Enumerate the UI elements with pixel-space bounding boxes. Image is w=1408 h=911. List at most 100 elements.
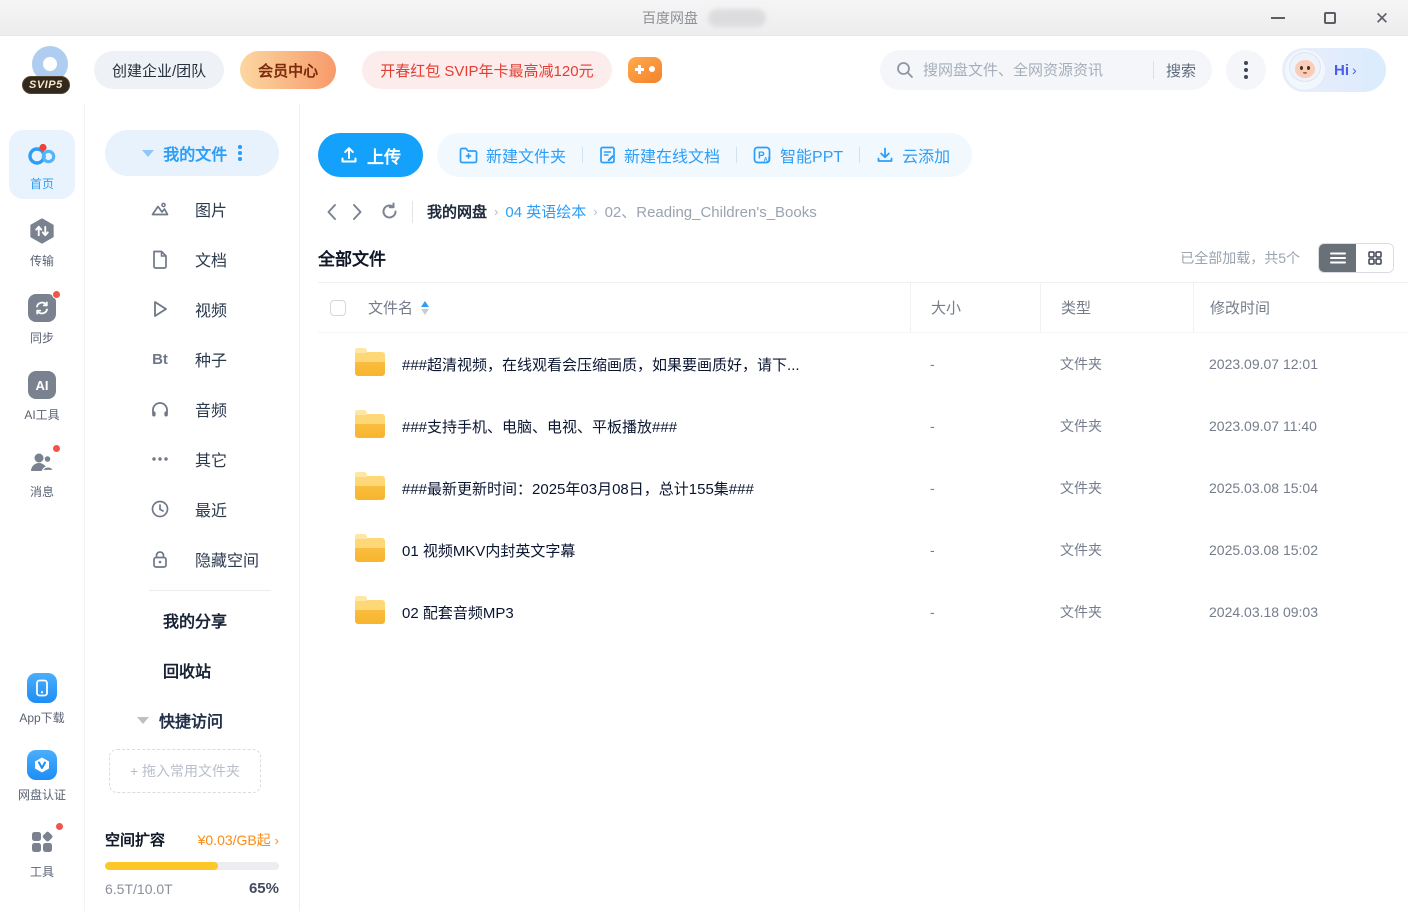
- rail-item-tools[interactable]: 工具: [9, 818, 75, 887]
- table-row[interactable]: ###最新更新时间：2025年03月08日，总计155集### - 文件夹 20…: [318, 457, 1408, 519]
- sidebar-item-recent[interactable]: 最近: [85, 484, 299, 534]
- folder-icon: [355, 600, 385, 624]
- table-row[interactable]: ###超清视频，在线观看会压缩画质，如果要画质好，请下... - 文件夹 202…: [318, 333, 1408, 395]
- notification-dot: [55, 822, 64, 831]
- table-row[interactable]: 01 视频MKV内封英文字幕 - 文件夹 2025.03.08 15:02: [318, 519, 1408, 581]
- app-header: SVIP5 创建企业/团队 会员中心 开春红包 SVIP年卡最高减120元 搜索: [0, 36, 1408, 104]
- breadcrumb-root[interactable]: 我的网盘: [427, 201, 487, 222]
- profile-button[interactable]: Hi ›: [1282, 48, 1386, 92]
- close-button[interactable]: ✕: [1356, 0, 1408, 36]
- chevron-left-icon: [326, 203, 337, 221]
- folder-icon: [355, 538, 385, 562]
- recent-icon: [149, 498, 171, 520]
- svip-badge: SVIP5: [22, 76, 70, 94]
- rail-item-verify[interactable]: 网盘认证: [9, 741, 75, 810]
- storage-usage: 6.5T/10.0T: [105, 881, 173, 897]
- close-icon: ✕: [1375, 10, 1389, 27]
- sidebar-item-recycle-bin[interactable]: 回收站: [85, 645, 299, 695]
- refresh-icon: [380, 202, 399, 221]
- vip-center-button[interactable]: 会员中心: [240, 51, 336, 89]
- view-toggle: [1318, 243, 1394, 273]
- rail-item-sync[interactable]: 同步: [9, 284, 75, 353]
- search-icon: [896, 61, 914, 79]
- rail-item-ai-tools[interactable]: AI AI工具: [9, 361, 75, 430]
- transfer-icon: [26, 215, 58, 247]
- baidu-netdisk-window: 百度网盘 ✕ SVIP5 创建企业/团队 会员中心 开春红包 SVIP年卡最高减…: [0, 0, 1408, 911]
- storage-progress: [105, 862, 279, 870]
- svg-text:AI: AI: [764, 158, 770, 164]
- sort-asc-icon: [421, 301, 429, 307]
- cloud-add-icon: [876, 146, 894, 164]
- rail-item-app-download[interactable]: App下载: [9, 664, 75, 733]
- window-title: 百度网盘: [642, 8, 698, 28]
- sidebar-divider: [149, 590, 271, 591]
- back-button[interactable]: [318, 199, 344, 225]
- sidebar-item-my-shares[interactable]: 我的分享: [85, 595, 299, 645]
- maximize-button[interactable]: [1304, 0, 1356, 36]
- more-menu-button[interactable]: [1226, 50, 1266, 90]
- table-row[interactable]: 02 配套音频MP3 - 文件夹 2024.03.18 09:03: [318, 581, 1408, 643]
- forward-button[interactable]: [344, 199, 370, 225]
- window-controls: ✕: [1252, 0, 1408, 36]
- sidebar-item-images[interactable]: 图片: [85, 184, 299, 234]
- new-folder-button[interactable]: 新建文件夹: [459, 143, 566, 167]
- new-online-doc-button[interactable]: 新建在线文档: [599, 143, 720, 167]
- sidebar-item-hidden-space[interactable]: 隐藏空间: [85, 534, 299, 584]
- load-status: 已全部加载，共5个: [1180, 248, 1300, 268]
- chevron-right-icon: ›: [1352, 62, 1357, 78]
- cloud-add-button[interactable]: 云添加: [876, 143, 950, 167]
- search-bar[interactable]: 搜索: [880, 50, 1212, 90]
- sidebar-item-torrents[interactable]: Bt 种子: [85, 334, 299, 384]
- all-files-title: 全部文件: [318, 245, 386, 270]
- sidebar-item-other[interactable]: 其它: [85, 434, 299, 484]
- sort-toggle[interactable]: [421, 301, 429, 315]
- chevron-right-icon: ›: [275, 833, 279, 848]
- titlebar[interactable]: 百度网盘 ✕: [0, 0, 1408, 36]
- ellipsis-icon: [149, 448, 171, 470]
- game-center-icon[interactable]: [628, 57, 662, 83]
- storage-percent: 65%: [249, 880, 279, 897]
- grid-view-button[interactable]: [1356, 244, 1393, 272]
- collapse-triangle-icon: [142, 150, 154, 157]
- svip-logo[interactable]: SVIP5: [22, 44, 76, 96]
- list-view-button[interactable]: [1319, 244, 1356, 272]
- toolbar-actions: 新建文件夹 新建在线文档: [437, 133, 972, 177]
- promo-banner[interactable]: 开春红包 SVIP年卡最高减120元: [362, 51, 611, 89]
- column-name-label: 文件名: [368, 297, 413, 318]
- storage-upgrade-link[interactable]: ¥0.03/GB起 ›: [198, 830, 279, 850]
- audio-icon: [149, 398, 171, 420]
- rail-item-transfer[interactable]: 传输: [9, 207, 75, 276]
- toolbar: 上传 新建文件夹: [318, 133, 1408, 177]
- storage-panel: 空间扩容 ¥0.03/GB起 › 6.5T/10.0T 65%: [105, 829, 279, 897]
- smart-ppt-button[interactable]: P AI 智能PPT: [753, 143, 843, 167]
- sort-desc-icon: [421, 309, 429, 315]
- new-doc-icon: [599, 146, 616, 164]
- redacted-blur: [708, 9, 766, 27]
- notification-dot: [52, 290, 61, 299]
- rail-item-messages[interactable]: 消息: [9, 438, 75, 507]
- favorite-folder-dropzone[interactable]: + 拖入常用文件夹: [109, 749, 261, 793]
- refresh-button[interactable]: [376, 199, 402, 225]
- collapse-triangle-icon: [137, 717, 149, 724]
- create-team-button[interactable]: 创建企业/团队: [94, 51, 224, 89]
- sidebar-item-audio[interactable]: 音频: [85, 384, 299, 434]
- sidebar-item-documents[interactable]: 文档: [85, 234, 299, 284]
- sync-icon: [26, 292, 58, 324]
- my-files-menu-icon[interactable]: [238, 145, 242, 161]
- search-input[interactable]: [923, 62, 1141, 79]
- quick-access-header[interactable]: 快捷访问: [85, 695, 299, 745]
- sidebar-item-videos[interactable]: 视频: [85, 284, 299, 334]
- search-button[interactable]: 搜索: [1166, 60, 1196, 81]
- breadcrumb-folder[interactable]: 04 英语绘本: [505, 201, 586, 222]
- table-row[interactable]: ###支持手机、电脑、电视、平板播放### - 文件夹 2023.09.07 1…: [318, 395, 1408, 457]
- upload-button[interactable]: 上传: [318, 133, 423, 177]
- main-content: 上传 新建文件夹: [300, 104, 1408, 911]
- select-all-checkbox[interactable]: [330, 300, 346, 316]
- image-icon: [149, 198, 171, 220]
- list-view-icon: [1330, 252, 1346, 264]
- lock-icon: [149, 548, 171, 570]
- minimize-button[interactable]: [1252, 0, 1304, 36]
- sidebar-item-my-files[interactable]: 我的文件: [105, 130, 279, 176]
- kebab-menu-icon: [1244, 61, 1248, 65]
- rail-item-home[interactable]: 首页: [9, 130, 75, 199]
